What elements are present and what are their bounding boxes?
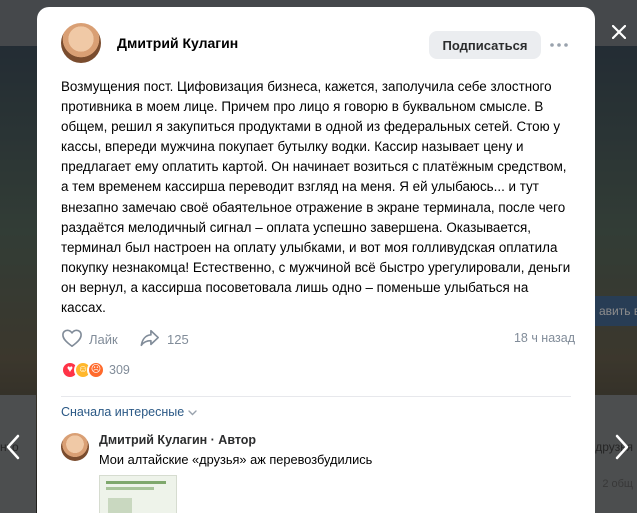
thumbnail-line <box>106 481 166 484</box>
post-text: Возмущения пост. Цифовизация бизнеса, ка… <box>61 79 571 316</box>
thumbnail-block <box>108 498 132 513</box>
close-icon[interactable] <box>605 18 633 46</box>
author-avatar[interactable] <box>61 23 101 63</box>
comments-sort-label: Сначала интересные <box>61 405 185 419</box>
post-author-name[interactable]: Дмитрий Кулагин <box>117 35 238 51</box>
comment-image-thumbnail[interactable] <box>99 475 177 513</box>
share-icon <box>139 328 161 351</box>
angry-reaction-icon: ☹ <box>87 361 105 379</box>
like-button[interactable]: Лайк <box>61 327 118 351</box>
chevron-down-icon <box>188 405 197 419</box>
post-header: Дмитрий Кулагин Подписаться <box>61 23 575 67</box>
reactions-summary[interactable]: ♥ ☺ ☹ 309 <box>61 359 130 381</box>
share-button[interactable]: 125 <box>139 327 189 351</box>
comment-author-name[interactable]: Дмитрий Кулагин · Автор <box>99 433 256 447</box>
like-label: Лайк <box>89 331 118 347</box>
heart-icon <box>61 328 83 351</box>
comments-sort-dropdown[interactable]: Сначала интересные <box>61 405 197 419</box>
more-options-icon[interactable] <box>547 33 571 57</box>
comment-text: Мои алтайские «друзья» аж перевозбудилис… <box>99 452 373 467</box>
post-timestamp[interactable]: 18 ч назад <box>514 331 575 345</box>
next-arrow-icon[interactable] <box>609 432 635 462</box>
comment-author-avatar[interactable] <box>61 433 89 461</box>
post-modal: Дмитрий Кулагин Подписаться Возмущения п… <box>37 7 595 513</box>
divider <box>61 396 571 397</box>
subscribe-button[interactable]: Подписаться <box>429 31 541 59</box>
previous-arrow-icon[interactable] <box>0 432 26 462</box>
reactions-count: 309 <box>109 363 130 377</box>
thumbnail-line <box>106 487 154 490</box>
comment-item: Дмитрий Кулагин · Автор Мои алтайские «д… <box>61 431 571 513</box>
share-count: 125 <box>167 331 189 347</box>
post-actions: Лайк 125 18 ч назад <box>61 327 575 351</box>
